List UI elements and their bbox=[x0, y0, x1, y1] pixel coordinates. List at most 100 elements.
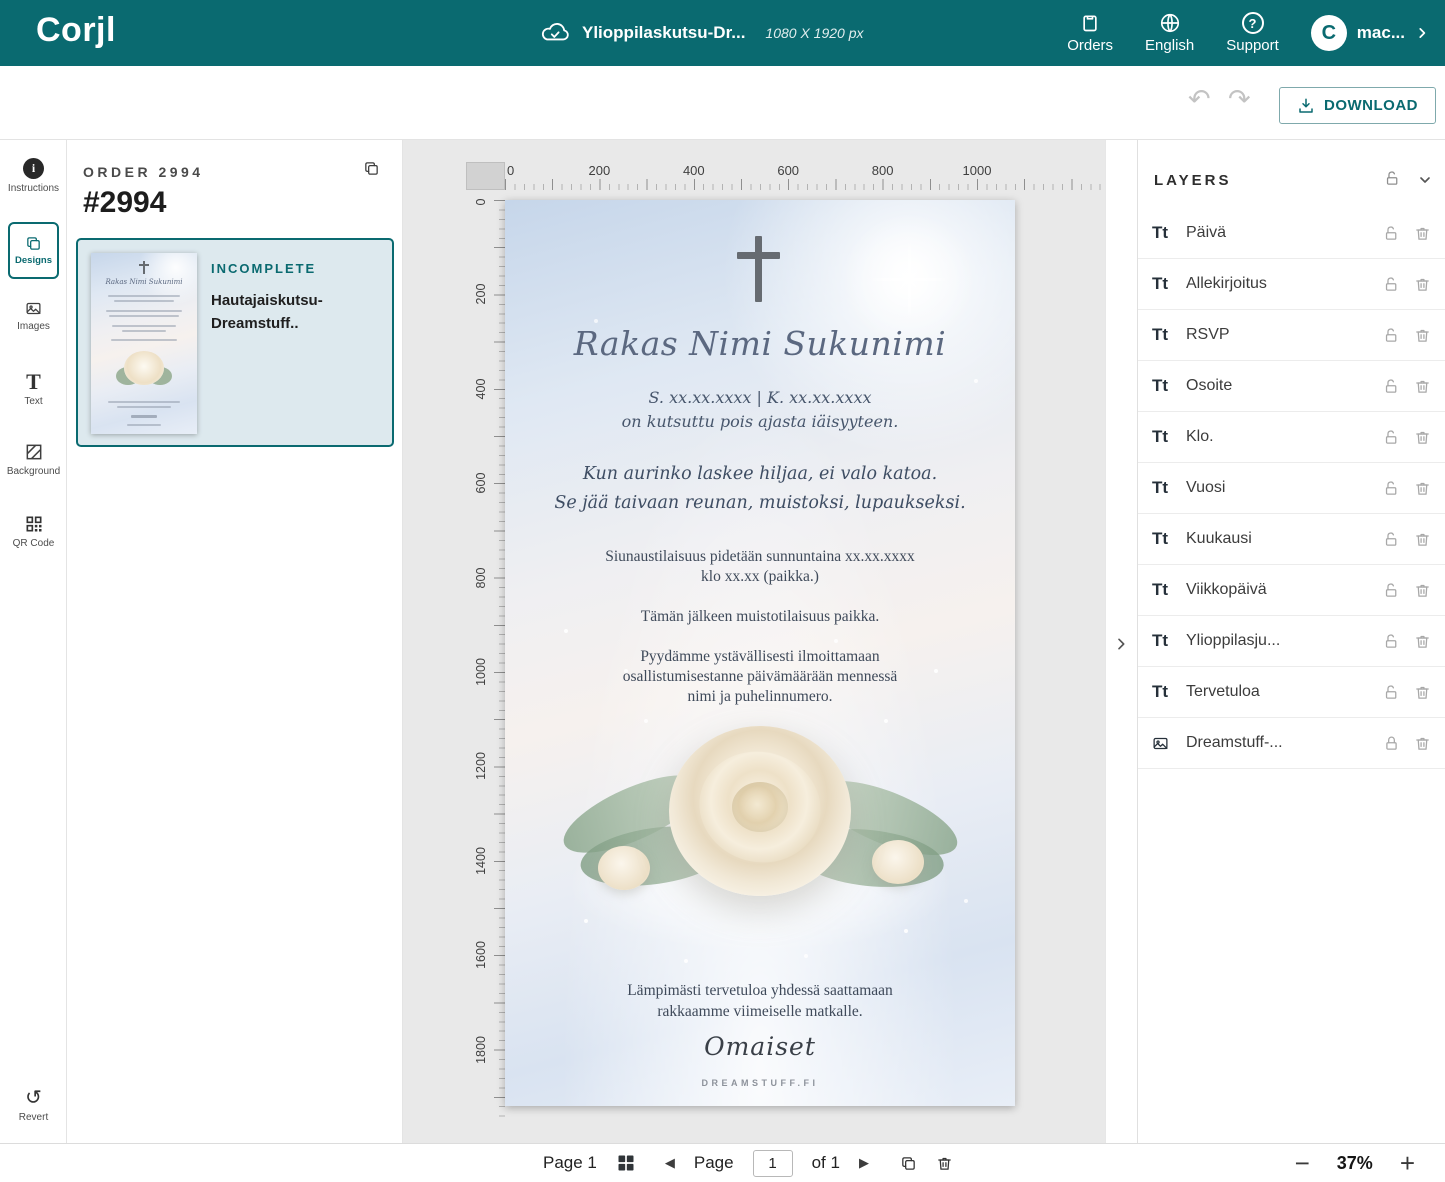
text-layer-rsvp-2[interactable]: osallistumisestanne päivämäärään menness… bbox=[505, 668, 1015, 686]
order-number: #2994 bbox=[83, 186, 166, 220]
app-header: Corjl Ylioppilaskutsu-Dr... 1080 X 1920 … bbox=[0, 0, 1445, 66]
copy-order-icon[interactable] bbox=[363, 160, 380, 177]
layer-row-allekirjoitus[interactable]: Tt Allekirjoitus bbox=[1138, 259, 1445, 310]
unlock-icon[interactable] bbox=[1383, 429, 1400, 446]
layer-row-osoite[interactable]: Tt Osoite bbox=[1138, 361, 1445, 412]
layer-row-rsvp[interactable]: Tt RSVP bbox=[1138, 310, 1445, 361]
background-label: Background bbox=[7, 466, 60, 477]
redo-icon[interactable]: ↷ bbox=[1228, 86, 1251, 113]
ruler-label: 200 bbox=[472, 276, 490, 312]
text-layer-welcome-1[interactable]: Lämpimästi tervetuloa yhdessä saattamaan bbox=[505, 982, 1015, 1000]
ruler-label: 0 bbox=[472, 184, 490, 220]
corjl-logo[interactable]: Corjl bbox=[36, 11, 116, 50]
undo-icon[interactable]: ↶ bbox=[1188, 86, 1211, 113]
trash-icon[interactable] bbox=[1414, 429, 1431, 446]
layer-row-ylioppilasju[interactable]: Tt Ylioppilasju... bbox=[1138, 616, 1445, 667]
language-button[interactable]: English bbox=[1145, 12, 1194, 54]
sidebar-item-designs[interactable]: Designs bbox=[8, 222, 59, 279]
layer-row-viikkopaiva[interactable]: Tt Viikkopäivä bbox=[1138, 565, 1445, 616]
sidebar-item-instructions[interactable]: i Instructions bbox=[0, 158, 67, 194]
trash-icon[interactable] bbox=[1414, 684, 1431, 701]
unlock-icon[interactable] bbox=[1383, 582, 1400, 599]
layer-row-dreamstuff-image[interactable]: Dreamstuff-... bbox=[1138, 718, 1445, 769]
sidebar-item-text[interactable]: T Text bbox=[0, 372, 67, 407]
ruler-label: 800 bbox=[472, 560, 490, 596]
lock-all-icon[interactable] bbox=[1384, 170, 1401, 187]
ruler-label: 1600 bbox=[472, 937, 490, 973]
info-icon: i bbox=[23, 158, 44, 179]
trash-icon[interactable] bbox=[1414, 378, 1431, 395]
unlock-icon[interactable] bbox=[1383, 684, 1400, 701]
text-layer-memorial[interactable]: Tämän jälkeen muistotilaisuus paikka. bbox=[505, 608, 1015, 626]
layer-row-paiva[interactable]: Tt Päivä bbox=[1138, 208, 1445, 259]
pages-grid-icon[interactable] bbox=[616, 1153, 636, 1173]
text-layer-service-1[interactable]: Siunaustilaisuus pidetään sunnuntaina xx… bbox=[505, 548, 1015, 566]
design-card-title: Hautajaiskutsu-Dreamstuff.. bbox=[211, 290, 361, 335]
layer-row-tervetuloa[interactable]: Tt Tervetuloa bbox=[1138, 667, 1445, 718]
trash-icon[interactable] bbox=[1414, 480, 1431, 497]
trash-icon[interactable] bbox=[1414, 633, 1431, 650]
previous-page-button[interactable]: ◀ bbox=[665, 1155, 675, 1171]
account-name: mac... bbox=[1357, 23, 1405, 43]
cross-icon bbox=[755, 236, 762, 302]
text-layer-icon: Tt bbox=[1152, 274, 1186, 294]
orders-button[interactable]: Orders bbox=[1067, 12, 1113, 54]
lock-icon[interactable] bbox=[1383, 735, 1400, 752]
text-layer-poem-2[interactable]: Se jää taivaan reunan, muistoksi, lupauk… bbox=[505, 493, 1015, 513]
design-card[interactable]: Rakas Nimi Sukunimi INCOMPLETE Hautajais… bbox=[76, 238, 394, 447]
tools-rail: i Instructions Designs Images T Text Bac… bbox=[0, 140, 67, 1143]
page-number-input[interactable] bbox=[753, 1150, 793, 1177]
order-panel: ORDER 2994 #2994 Rakas Nimi Sukunimi INC… bbox=[67, 140, 403, 1143]
support-button[interactable]: ? Support bbox=[1226, 12, 1279, 54]
text-layer-icon: Tt bbox=[1152, 376, 1186, 396]
unlock-icon[interactable] bbox=[1383, 531, 1400, 548]
trash-icon[interactable] bbox=[1414, 531, 1431, 548]
text-layer-service-2[interactable]: klo xx.xx (paikka.) bbox=[505, 568, 1015, 586]
text-layer-called[interactable]: on kutsuttu pois ajasta iäisyyteen. bbox=[505, 412, 1015, 431]
zoom-out-button[interactable]: − bbox=[1295, 1150, 1310, 1176]
sidebar-item-qr-code[interactable]: QR Code bbox=[0, 514, 67, 549]
trash-icon[interactable] bbox=[1414, 327, 1431, 344]
text-layer-rsvp-1[interactable]: Pyydämme ystävällisesti ilmoittamaan bbox=[505, 648, 1015, 666]
unlock-icon[interactable] bbox=[1383, 378, 1400, 395]
trash-icon[interactable] bbox=[1414, 735, 1431, 752]
text-layer-rsvp-3[interactable]: nimi ja puhelinnumero. bbox=[505, 688, 1015, 706]
layer-row-klo[interactable]: Tt Klo. bbox=[1138, 412, 1445, 463]
unlock-icon[interactable] bbox=[1383, 327, 1400, 344]
chevron-down-icon[interactable] bbox=[1417, 172, 1433, 188]
trash-icon[interactable] bbox=[1414, 225, 1431, 242]
text-layer-poem-1[interactable]: Kun aurinko laskee hiljaa, ei valo katoa… bbox=[505, 464, 1015, 484]
layer-row-kuukausi[interactable]: Tt Kuukausi bbox=[1138, 514, 1445, 565]
duplicate-page-icon[interactable] bbox=[900, 1155, 917, 1172]
layer-row-vuosi[interactable]: Tt Vuosi bbox=[1138, 463, 1445, 514]
canvas-area: 0 200 400 600 800 1000 0 200 400 600 800… bbox=[403, 140, 1105, 1143]
qr-code-icon bbox=[24, 514, 44, 534]
text-layer-welcome-2[interactable]: rakkaamme viimeiselle matkalle. bbox=[505, 1003, 1015, 1021]
revert-button[interactable]: ↺ Revert bbox=[0, 1088, 67, 1123]
account-menu[interactable]: C mac... bbox=[1311, 15, 1429, 51]
next-page-button[interactable]: ▶ bbox=[859, 1155, 869, 1171]
collapse-chevron-icon[interactable] bbox=[1113, 636, 1129, 652]
unlock-icon[interactable] bbox=[1383, 633, 1400, 650]
design-canvas[interactable]: Rakas Nimi Sukunimi S. xx.xx.xxxx | K. x… bbox=[505, 200, 1015, 1106]
unlock-icon[interactable] bbox=[1383, 276, 1400, 293]
ruler-label: 400 bbox=[683, 163, 705, 178]
unlock-icon[interactable] bbox=[1383, 225, 1400, 242]
text-layer-dates[interactable]: S. xx.xx.xxxx | K. xx.xx.xxxx bbox=[505, 388, 1015, 407]
text-layer-signature[interactable]: Omaiset bbox=[505, 1032, 1015, 1061]
trash-icon[interactable] bbox=[1414, 276, 1431, 293]
text-layer-brand[interactable]: DREAMSTUFF.FI bbox=[505, 1078, 1015, 1088]
globe-icon bbox=[1159, 12, 1181, 34]
ruler-label: 1400 bbox=[472, 843, 490, 879]
ruler-label: 200 bbox=[589, 163, 611, 178]
text-layer-name[interactable]: Rakas Nimi Sukunimi bbox=[505, 324, 1015, 363]
zoom-in-button[interactable]: + bbox=[1400, 1150, 1415, 1176]
download-button[interactable]: DOWNLOAD bbox=[1279, 87, 1436, 124]
unlock-icon[interactable] bbox=[1383, 480, 1400, 497]
trash-icon[interactable] bbox=[1414, 582, 1431, 599]
revert-label: Revert bbox=[19, 1112, 48, 1123]
sidebar-item-images[interactable]: Images bbox=[0, 300, 67, 332]
clipboard-icon bbox=[1080, 12, 1100, 34]
delete-page-icon[interactable] bbox=[936, 1155, 953, 1172]
sidebar-item-background[interactable]: Background bbox=[0, 442, 67, 477]
